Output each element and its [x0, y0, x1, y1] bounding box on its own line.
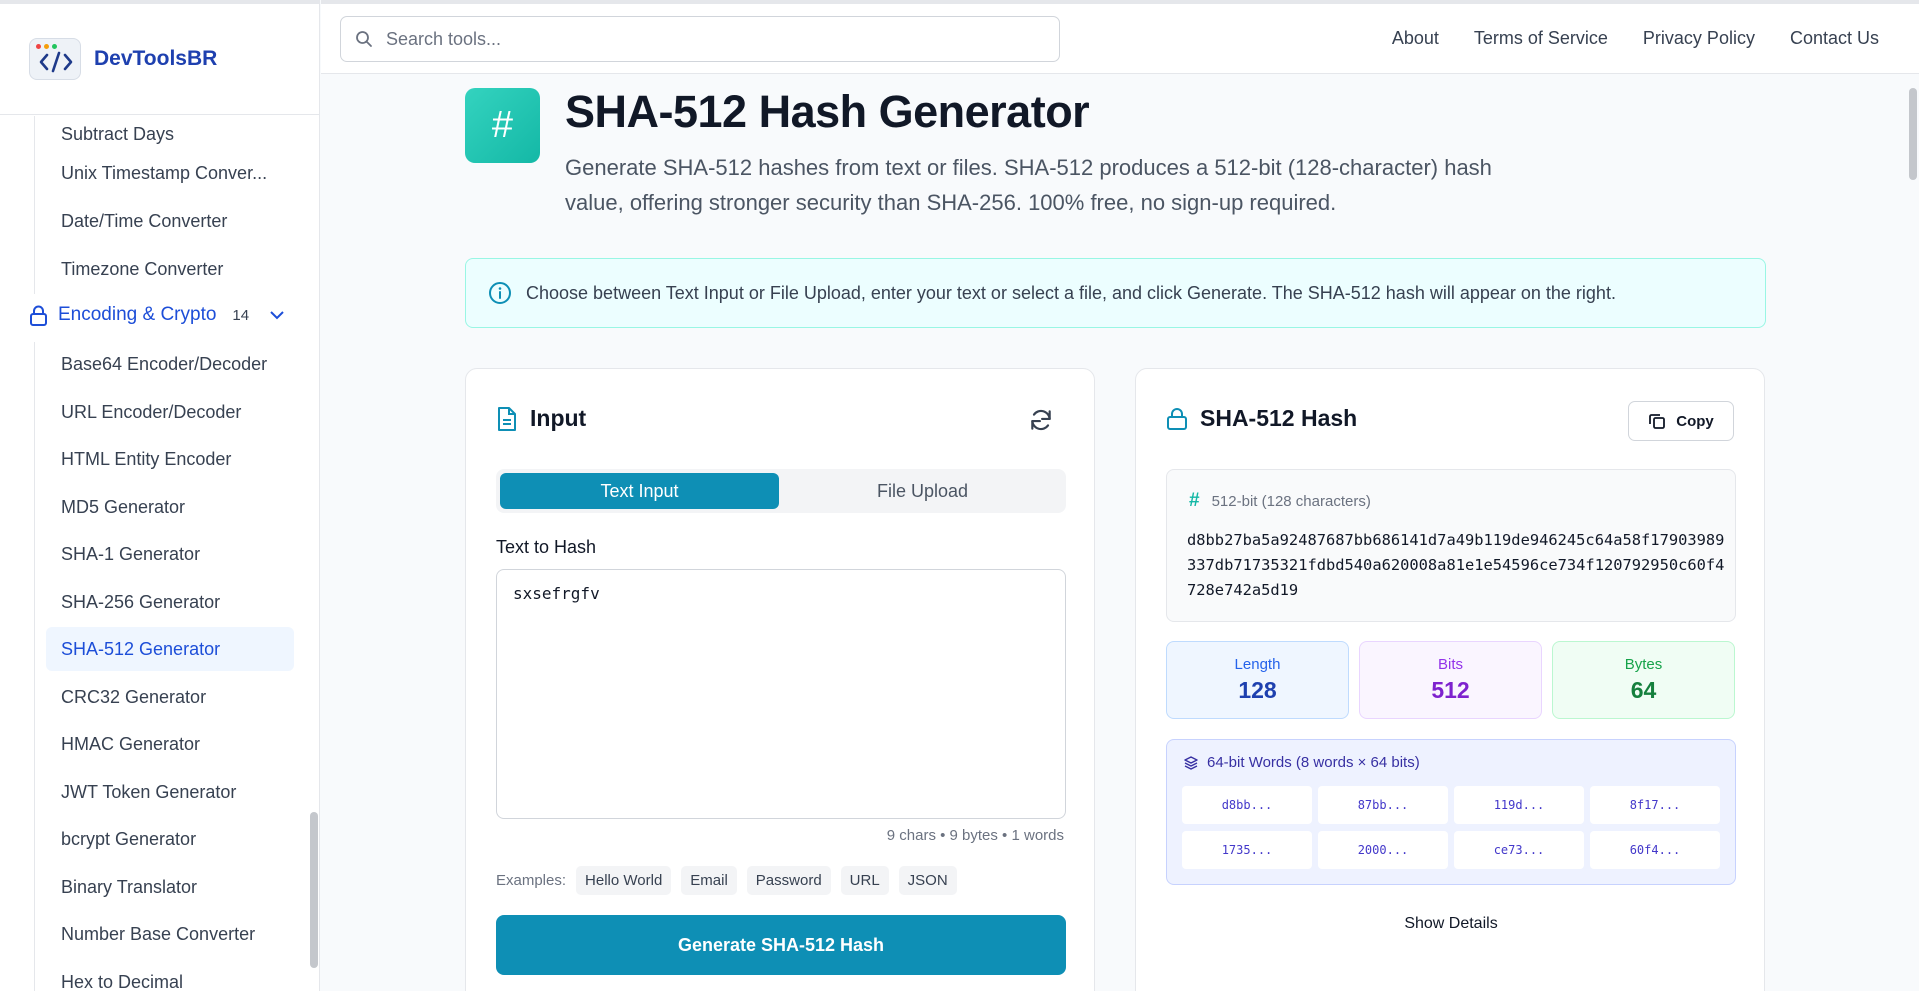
info-text: Choose between Text Input or File Upload… — [526, 282, 1616, 303]
lock-icon — [30, 305, 47, 326]
words-title: 64-bit Words (8 words × 64 bits) — [1183, 754, 1420, 771]
top-nav: About Terms of Service Privacy Policy Co… — [1392, 28, 1879, 49]
input-card-header: Input — [496, 405, 586, 432]
sidebar-item-sha512[interactable]: SHA-512 Generator — [46, 627, 294, 671]
sidebar-item-hex-to-decimal[interactable]: Hex to Decimal — [46, 960, 294, 991]
copy-icon — [1649, 414, 1666, 429]
sidebar-category-encoding-crypto[interactable]: Encoding & Crypto 14 — [29, 293, 285, 337]
search-input[interactable] — [386, 28, 1026, 50]
stat-length-value: 128 — [1238, 677, 1277, 703]
sidebar-item-md5[interactable]: MD5 Generator — [46, 485, 294, 529]
sidebar-item-datetime-converter[interactable]: Date/Time Converter — [46, 199, 294, 243]
generate-button[interactable]: Generate SHA-512 Hash — [496, 915, 1066, 975]
output-card: SHA-512 Hash Copy # 512-bit (128 charact… — [1135, 368, 1765, 991]
input-card-title: Input — [530, 405, 587, 431]
sidebar-item-hmac[interactable]: HMAC Generator — [46, 722, 294, 766]
hash-meta-text: 512-bit (128 characters) — [1211, 492, 1371, 510]
text-to-hash-input[interactable]: sxsefrgfv — [496, 569, 1066, 819]
main-scrollbar[interactable] — [1909, 88, 1917, 180]
copy-label: Copy — [1676, 412, 1714, 430]
stat-bits-label: Bits — [1437, 656, 1463, 673]
stat-bytes-label: Bytes — [1624, 656, 1663, 673]
examples-label: Examples: — [496, 872, 567, 889]
sidebar-scrollbar[interactable] — [310, 812, 318, 968]
output-card-header: SHA-512 Hash — [1166, 405, 1357, 432]
refresh-icon[interactable] — [1028, 407, 1054, 433]
text-to-hash-label: Text to Hash — [496, 537, 597, 557]
stat-bytes-value: 64 — [1630, 677, 1657, 703]
word-chip[interactable]: 1735... — [1182, 831, 1312, 869]
show-details-button[interactable]: Show Details — [1136, 915, 1766, 933]
example-url[interactable]: URL — [840, 866, 889, 895]
sidebar-item-sha256[interactable]: SHA-256 Generator — [46, 580, 294, 624]
sidebar-item-subtract-days[interactable]: Subtract Days — [46, 112, 294, 156]
hash-value[interactable]: d8bb27ba5a92487687bb686141d7a49b119de946… — [1187, 528, 1727, 603]
code-logo-icon — [29, 38, 81, 80]
sidebar-item-binary-translator[interactable]: Binary Translator — [46, 865, 294, 909]
nav-link-about[interactable]: About — [1392, 28, 1439, 49]
sidebar-item-base64[interactable]: Base64 Encoder/Decoder — [46, 342, 294, 386]
stat-bytes: Bytes 64 — [1552, 641, 1735, 719]
sidebar-item-number-base[interactable]: Number Base Converter — [46, 912, 294, 956]
examples-row: Examples: Hello World Email Password URL… — [496, 866, 957, 895]
sidebar-item-crc32[interactable]: CRC32 Generator — [46, 675, 294, 719]
info-banner: Choose between Text Input or File Upload… — [465, 258, 1766, 328]
page-description: Generate SHA-512 hashes from text or fil… — [565, 155, 1492, 215]
example-email[interactable]: Email — [681, 866, 737, 895]
page-title: SHA-512 Hash Generator — [565, 86, 1090, 137]
category-count: 14 — [232, 306, 250, 324]
output-card-title: SHA-512 Hash — [1200, 405, 1358, 431]
word-chip[interactable]: 2000... — [1318, 831, 1448, 869]
brand-name: DevToolsBR — [94, 47, 218, 70]
lock-icon — [1167, 407, 1187, 430]
tab-text-input[interactable]: Text Input — [500, 473, 779, 509]
stat-bits-value: 512 — [1431, 677, 1470, 703]
sidebar: DevToolsBR Subtract Days Unix Timestamp … — [0, 0, 320, 991]
info-icon — [489, 282, 511, 304]
hash-meta: # 512-bit (128 characters) — [1189, 490, 1371, 512]
stat-length: Length 128 — [1166, 641, 1349, 719]
input-card: Input Text Input File Upload Text to Has… — [465, 368, 1095, 991]
word-chip[interactable]: 119d... — [1454, 786, 1584, 824]
words-panel: 64-bit Words (8 words × 64 bits) d8bb...… — [1166, 739, 1736, 885]
example-hello-world[interactable]: Hello World — [576, 866, 672, 895]
sidebar-item-bcrypt[interactable]: bcrypt Generator — [46, 817, 294, 861]
input-mode-tabs: Text Input File Upload — [496, 469, 1066, 513]
sidebar-item-url-encoder[interactable]: URL Encoder/Decoder — [46, 390, 294, 434]
layers-icon — [1184, 755, 1198, 770]
hash-icon: # — [1189, 490, 1200, 511]
tab-file-upload[interactable]: File Upload — [783, 473, 1062, 509]
word-chip[interactable]: 8f17... — [1590, 786, 1720, 824]
nav-link-terms[interactable]: Terms of Service — [1474, 28, 1608, 49]
nav-link-privacy[interactable]: Privacy Policy — [1643, 28, 1755, 49]
stat-length-label: Length — [1234, 656, 1281, 673]
stat-bits: Bits 512 — [1359, 641, 1542, 719]
nav-divider-line — [34, 116, 35, 294]
input-stats: 9 chars • 9 bytes • 1 words — [886, 827, 1064, 844]
hash-output-box: # 512-bit (128 characters) d8bb27ba5a924… — [1166, 469, 1736, 622]
sidebar-item-sha1[interactable]: SHA-1 Generator — [46, 532, 294, 576]
word-chip[interactable]: ce73... — [1454, 831, 1584, 869]
example-password[interactable]: Password — [746, 866, 831, 895]
sidebar-item-jwt[interactable]: JWT Token Generator — [46, 770, 294, 814]
words-title-text: 64-bit Words (8 words × 64 bits) — [1207, 754, 1420, 771]
top-bar: About Terms of Service Privacy Policy Co… — [321, 0, 1919, 74]
chevron-down-icon — [270, 311, 284, 320]
nav-link-contact[interactable]: Contact Us — [1790, 28, 1879, 49]
document-icon — [498, 406, 516, 431]
category-label: Encoding & Crypto — [58, 304, 217, 325]
hash-icon: # — [465, 88, 540, 163]
search-box[interactable] — [340, 16, 1060, 62]
sidebar-item-unix-timestamp[interactable]: Unix Timestamp Conver... — [46, 151, 294, 195]
example-json[interactable]: JSON — [898, 866, 957, 895]
search-icon — [356, 31, 372, 47]
sidebar-item-timezone-converter[interactable]: Timezone Converter — [46, 247, 294, 291]
word-chip[interactable]: d8bb... — [1182, 786, 1312, 824]
nav-divider-line — [34, 342, 35, 991]
sidebar-item-html-entity[interactable]: HTML Entity Encoder — [46, 437, 294, 481]
word-chip[interactable]: 60f4... — [1590, 831, 1720, 869]
copy-button[interactable]: Copy — [1628, 401, 1734, 441]
word-chip[interactable]: 87bb... — [1318, 786, 1448, 824]
logo[interactable]: DevToolsBR — [0, 4, 319, 115]
